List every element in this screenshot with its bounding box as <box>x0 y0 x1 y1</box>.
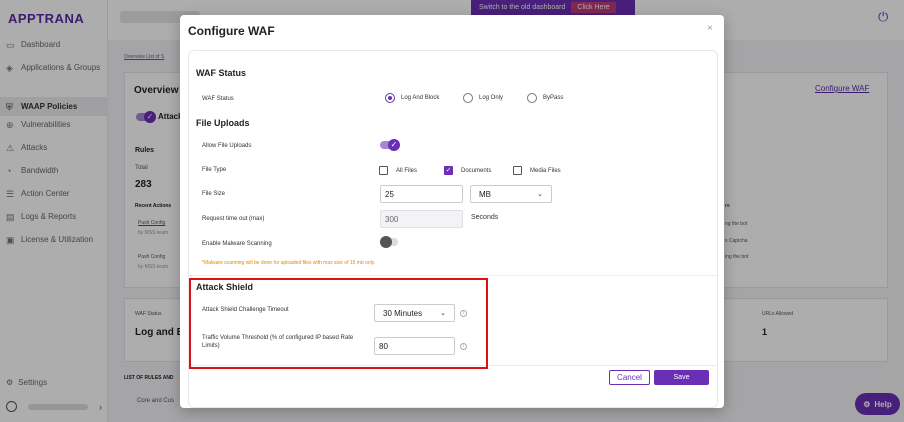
file-size-label: File Size <box>202 191 226 197</box>
check-icon: ✓ <box>388 139 400 151</box>
waf-status-section-title: WAF Status <box>196 68 247 78</box>
file-uploads-section-title: File Uploads <box>196 118 250 128</box>
malware-scanning-label: Enable Malware Scanning <box>202 241 272 247</box>
modal-title: Configure WAF <box>188 24 275 38</box>
radio-icon <box>463 93 473 103</box>
checkbox-checked-icon: ✓ <box>444 166 453 175</box>
checkbox-icon <box>379 166 388 175</box>
toggle-knob <box>380 236 392 248</box>
timeout-input[interactable]: 300 <box>380 210 463 228</box>
allow-file-uploads-toggle[interactable]: ✓ <box>380 139 400 151</box>
radio-icon <box>527 93 537 103</box>
checkbox-media-files[interactable]: Media Files <box>513 166 561 175</box>
checkbox-icon <box>513 166 522 175</box>
section-divider <box>189 275 717 276</box>
radio-log-only[interactable]: Log Only <box>463 93 503 103</box>
attack-shield-highlight <box>189 278 488 369</box>
file-type-label: File Type <box>202 167 227 173</box>
malware-scanning-toggle[interactable] <box>380 236 398 248</box>
close-icon[interactable]: × <box>707 23 713 34</box>
chevron-down-icon: ⌄ <box>537 191 543 198</box>
waf-status-label: WAF Status <box>202 96 234 102</box>
malware-note: *Malware scanning will be done for uploa… <box>202 260 376 266</box>
checkbox-documents[interactable]: ✓ Documents <box>444 166 491 175</box>
save-button[interactable]: Save <box>654 370 709 385</box>
timeout-unit: Seconds <box>471 214 499 221</box>
timeout-label: Request time out (max) <box>202 216 265 222</box>
checkbox-all-files[interactable]: All Files <box>379 166 417 175</box>
radio-log-and-block[interactable]: Log And Block <box>385 93 439 103</box>
cancel-button[interactable]: Cancel <box>609 370 650 385</box>
radio-bypass[interactable]: ByPass <box>527 93 563 103</box>
radio-selected-icon <box>385 93 395 103</box>
file-size-unit-select[interactable]: MB ⌄ <box>470 185 552 203</box>
allow-file-uploads-label: Allow File Uploads <box>202 143 252 149</box>
file-size-input[interactable]: 25 <box>380 185 463 203</box>
